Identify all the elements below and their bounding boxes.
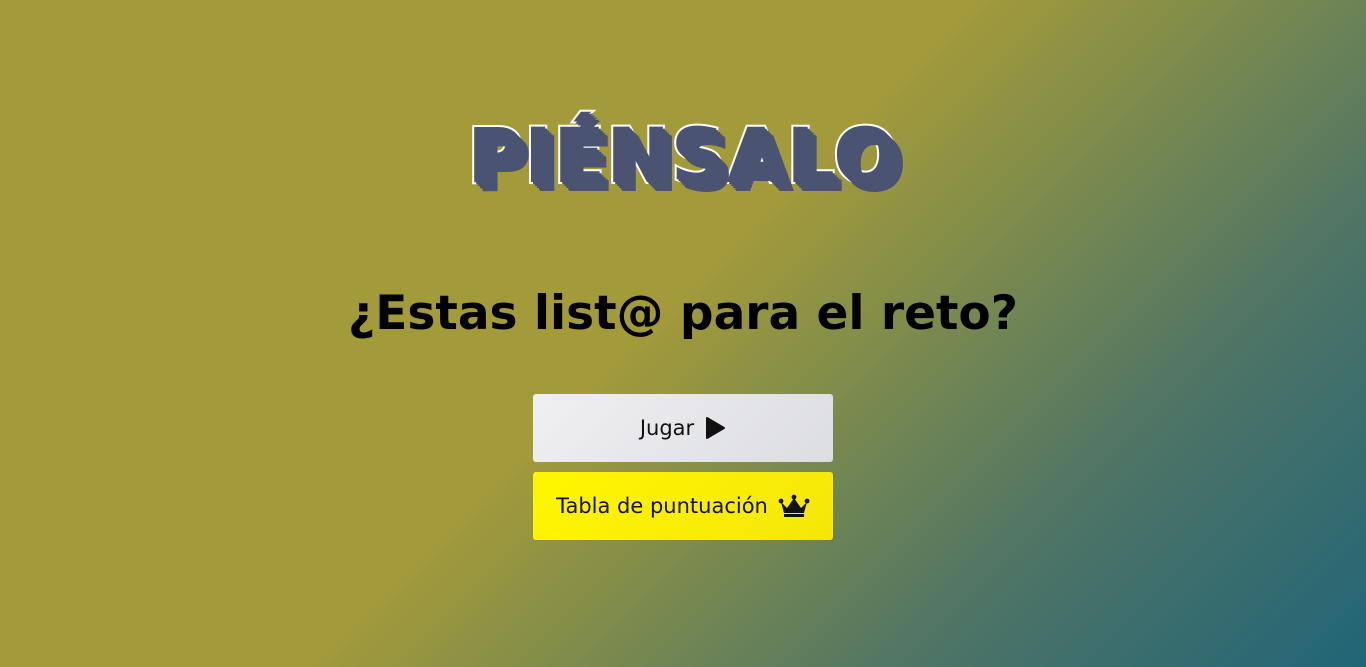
app-logo: PIÉNSALO	[465, 111, 899, 200]
scoreboard-button[interactable]: Tabla de puntuación	[533, 472, 833, 540]
page-headline: ¿Estas list@ para el reto?	[348, 286, 1018, 341]
play-button[interactable]: Jugar	[533, 394, 833, 462]
play-icon	[704, 416, 726, 440]
crown-icon	[778, 494, 810, 518]
scoreboard-button-label: Tabla de puntuación	[556, 494, 768, 518]
play-button-label: Jugar	[639, 416, 695, 440]
